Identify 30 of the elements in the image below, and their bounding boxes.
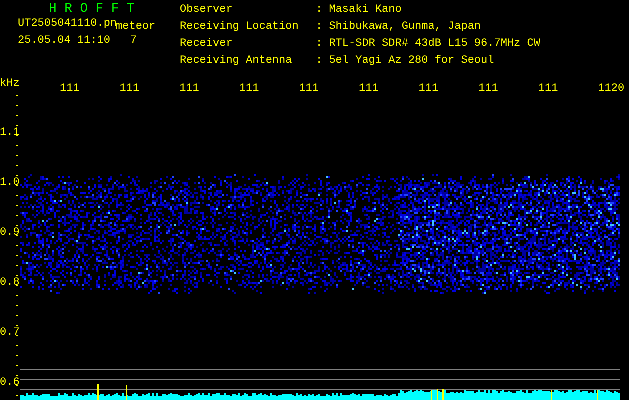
- axis-tick-label: 111: [299, 83, 320, 95]
- info-label: Observer: [180, 4, 234, 18]
- axis-tick-label: 111: [239, 83, 260, 95]
- axis-tick-label: 0.9: [0, 227, 20, 239]
- info-label: Receiving Antenna: [180, 55, 294, 69]
- counter-value: 7: [130, 34, 138, 48]
- axis-tick-label: 111: [538, 83, 558, 95]
- axis-tick-label: 0.7: [0, 327, 20, 339]
- axis-tick-label: 0.8: [0, 277, 20, 289]
- timestamp: 25.05.04 11:10: [18, 34, 110, 48]
- axis-tick-label: 1.1: [0, 127, 20, 139]
- axis-tick-label: 111: [180, 83, 200, 95]
- info-value: : Masaki Kano: [316, 4, 403, 18]
- info-label: Receiving Location: [180, 21, 300, 35]
- info-value: : 5el Yagi Az 280 for Seoul: [316, 55, 496, 69]
- file-type-label: meteor: [116, 20, 156, 34]
- file-name: UT2505041110.pn: [18, 17, 118, 31]
- axis-tick-label: 111: [478, 83, 498, 95]
- info-value: : Shibukawa, Gunma, Japan: [316, 21, 482, 35]
- axis-tick-label: 111: [60, 83, 80, 95]
- app-title: H R O F F T: [48, 2, 136, 16]
- axis-tick-label: 1120: [598, 83, 625, 95]
- info-value: : RTL-SDR SDR# 43dB L15 96.7MHz CW: [316, 38, 540, 52]
- axis-unit-label: kHz: [0, 78, 20, 90]
- info-label: Receiver: [180, 38, 234, 52]
- axis-tick-label: 111: [418, 83, 439, 95]
- axis-tick-label: 0.6: [0, 377, 20, 389]
- axis-tick-label: 1.0: [0, 177, 20, 189]
- axis-tick-label: 111: [120, 83, 140, 95]
- axis-tick-label: 111: [359, 83, 379, 95]
